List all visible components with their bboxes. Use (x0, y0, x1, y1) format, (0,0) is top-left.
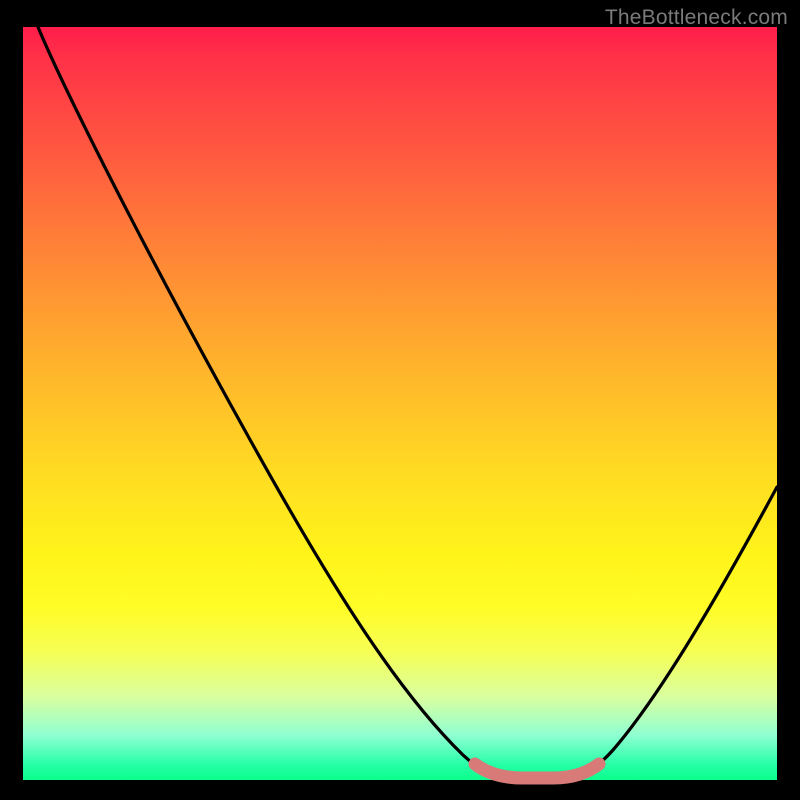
bottleneck-curve (38, 27, 777, 777)
bottleneck-chart-svg (23, 27, 777, 780)
optimal-band (475, 764, 599, 778)
plot-area (23, 27, 777, 780)
watermark-text: TheBottleneck.com (605, 6, 788, 30)
